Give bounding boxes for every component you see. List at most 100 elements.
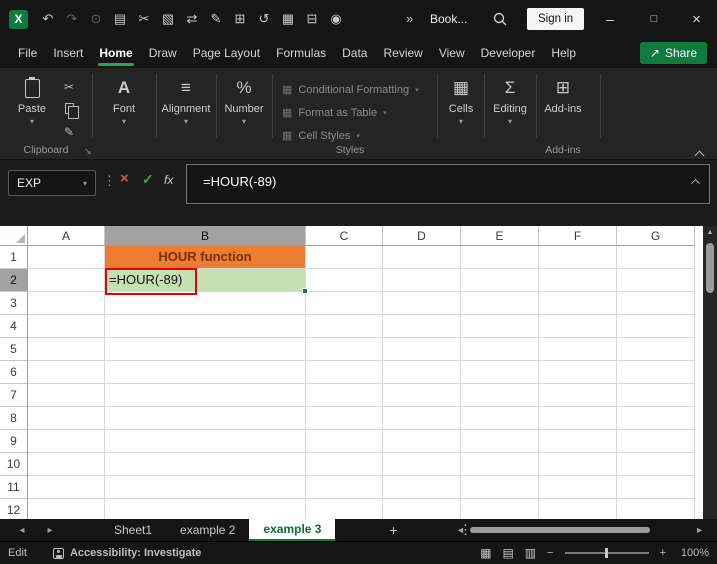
cell-B5[interactable] — [105, 338, 306, 361]
cell-A1[interactable] — [28, 246, 105, 269]
cell-G9[interactable] — [617, 430, 695, 453]
cell-C12[interactable] — [306, 499, 383, 519]
cell-D5[interactable] — [383, 338, 461, 361]
cell-A4[interactable] — [28, 315, 105, 338]
row-header-3[interactable]: 3 — [0, 292, 28, 315]
cell-A2[interactable] — [28, 269, 105, 292]
cell-B11[interactable] — [105, 476, 306, 499]
row-header-10[interactable]: 10 — [0, 453, 28, 476]
tab-home[interactable]: Home — [91, 38, 140, 68]
copy-button[interactable] — [58, 103, 80, 117]
cell-G2[interactable] — [617, 269, 695, 292]
cell-F8[interactable] — [539, 407, 617, 430]
cell-F3[interactable] — [539, 292, 617, 315]
collapse-formula-bar-button[interactable] — [692, 176, 698, 190]
export-icon[interactable]: ⊟ — [300, 11, 324, 27]
new-sheet-button[interactable]: + — [383, 522, 403, 538]
cell-B10[interactable] — [105, 453, 306, 476]
cell-E4[interactable] — [461, 315, 539, 338]
cell-F6[interactable] — [539, 361, 617, 384]
tab-help[interactable]: Help — [543, 38, 584, 68]
tab-page-layout[interactable]: Page Layout — [185, 38, 268, 68]
cell-C10[interactable] — [306, 453, 383, 476]
zoom-out-button[interactable]: − — [547, 547, 553, 559]
cell-G5[interactable] — [617, 338, 695, 361]
number-group-button[interactable]: % Number ▾ — [216, 76, 272, 126]
cell-B9[interactable] — [105, 430, 306, 453]
camera-icon[interactable]: ◉ — [324, 11, 348, 27]
cut-icon[interactable]: ✂ — [132, 11, 156, 27]
tab-insert[interactable]: Insert — [45, 38, 91, 68]
switch-windows-icon[interactable]: ⇄ — [180, 11, 204, 27]
scroll-up-arrow[interactable]: ▲ — [703, 229, 717, 236]
column-header-B[interactable]: B — [105, 226, 306, 246]
format-painter-button[interactable]: ✎ — [58, 125, 80, 139]
normal-view-button[interactable]: ▦ — [480, 546, 491, 560]
cell-A11[interactable] — [28, 476, 105, 499]
tab-review[interactable]: Review — [375, 38, 430, 68]
cell-D12[interactable] — [383, 499, 461, 519]
cell-A6[interactable] — [28, 361, 105, 384]
cell-G8[interactable] — [617, 407, 695, 430]
zoom-level[interactable]: 100% — [677, 547, 709, 559]
sheet-nav-right-button[interactable]: ▸ — [36, 525, 64, 536]
cell-E8[interactable] — [461, 407, 539, 430]
clipboard-dialog-launcher-icon[interactable]: ↘ — [84, 146, 92, 157]
sheet-tab-sheet1[interactable]: Sheet1 — [100, 519, 166, 541]
column-header-A[interactable]: A — [28, 226, 105, 246]
share-button[interactable]: ↗ Share — [640, 42, 707, 64]
cell-C9[interactable] — [306, 430, 383, 453]
cell-A10[interactable] — [28, 453, 105, 476]
paste-icon[interactable]: ▤ — [108, 11, 132, 27]
zoom-in-button[interactable]: + — [660, 547, 666, 559]
cell-C1[interactable] — [306, 246, 383, 269]
page-break-view-button[interactable]: ▥ — [525, 546, 536, 560]
accessibility-checker[interactable]: Accessibility: Investigate — [53, 547, 201, 559]
column-header-C[interactable]: C — [306, 226, 383, 246]
redo-icon[interactable]: ↷ — [60, 11, 84, 27]
cell-C5[interactable] — [306, 338, 383, 361]
cell-C8[interactable] — [306, 407, 383, 430]
alignment-group-button[interactable]: ≡ Alignment ▾ — [158, 76, 214, 126]
tab-developer[interactable]: Developer — [473, 38, 544, 68]
cell-D2[interactable] — [383, 269, 461, 292]
scroll-right-arrow[interactable]: ► — [695, 525, 704, 535]
scroll-left-arrow[interactable]: ◄ — [456, 525, 465, 535]
cell-B7[interactable] — [105, 384, 306, 407]
sign-in-button[interactable]: Sign in — [527, 8, 584, 30]
cell-A7[interactable] — [28, 384, 105, 407]
cell-F5[interactable] — [539, 338, 617, 361]
vertical-scrollbar-thumb[interactable] — [706, 243, 714, 293]
cell-B8[interactable] — [105, 407, 306, 430]
cell-D3[interactable] — [383, 292, 461, 315]
borders-icon[interactable]: ⊞ — [228, 11, 252, 27]
format-painter-icon[interactable]: ✎ — [204, 11, 228, 27]
cell-F4[interactable] — [539, 315, 617, 338]
font-group-button[interactable]: A Font ▾ — [96, 76, 152, 126]
cell-D1[interactable] — [383, 246, 461, 269]
cell-G4[interactable] — [617, 315, 695, 338]
mouse-mode-icon[interactable]: ⊙ — [84, 11, 108, 27]
cell-F9[interactable] — [539, 430, 617, 453]
cell-B4[interactable] — [105, 315, 306, 338]
tab-draw[interactable]: Draw — [141, 38, 185, 68]
column-header-G[interactable]: G — [617, 226, 695, 246]
cell-E12[interactable] — [461, 499, 539, 519]
row-header-7[interactable]: 7 — [0, 384, 28, 407]
cell-A12[interactable] — [28, 499, 105, 519]
tab-data[interactable]: Data — [334, 38, 375, 68]
tab-view[interactable]: View — [431, 38, 473, 68]
cell-D4[interactable] — [383, 315, 461, 338]
search-icon[interactable] — [492, 11, 508, 27]
cell-E10[interactable] — [461, 453, 539, 476]
sheet-nav-left-button[interactable]: ◂ — [8, 525, 36, 536]
paste-button[interactable]: Paste ▾ — [8, 76, 56, 126]
cell-G3[interactable] — [617, 292, 695, 315]
close-button[interactable]: × — [676, 0, 717, 38]
zoom-slider-thumb[interactable] — [605, 548, 608, 558]
picture-icon[interactable]: ▧ — [156, 11, 180, 27]
enter-entry-button[interactable]: ✓ — [142, 171, 154, 188]
cell-F2[interactable] — [539, 269, 617, 292]
cell-G1[interactable] — [617, 246, 695, 269]
sheet-tab-example-3[interactable]: example 3 — [249, 519, 335, 541]
